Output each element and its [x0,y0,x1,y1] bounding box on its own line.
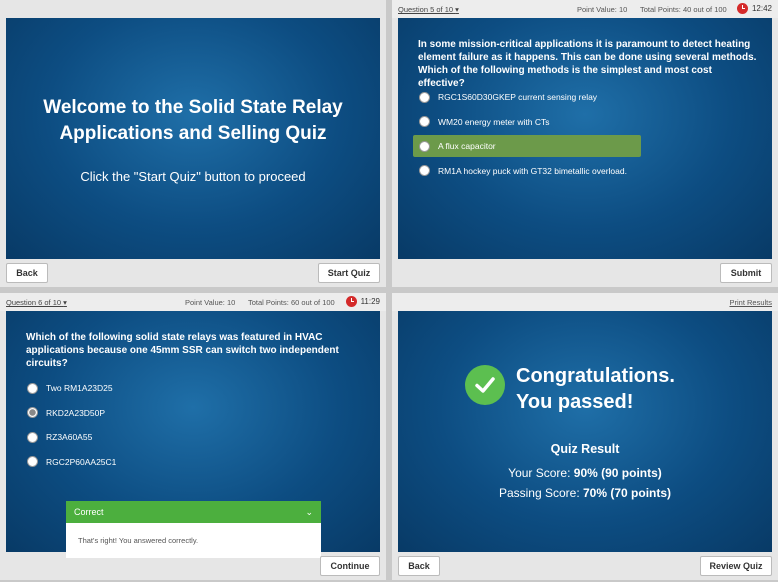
radio-button[interactable] [27,456,38,467]
question-text: Which of the following solid state relay… [26,332,339,369]
question-slide: In some mission-critical applications it… [398,18,772,259]
radio-button[interactable] [419,116,430,127]
welcome-slide: Welcome to the Solid State Relay Applica… [6,18,380,259]
clock-icon [345,296,357,307]
your-score: Your Score: 90% (90 points) [508,466,662,480]
answer-options: RGC1S60D30GKEP current sensing relay WM2… [413,86,758,184]
radio-button-selected[interactable] [27,407,38,418]
question-counter[interactable]: Question 6 of 10 ▾ [6,298,67,307]
back-button[interactable]: Back [6,263,48,283]
question-counter[interactable]: Question 5 of 10 ▾ [398,5,459,14]
answer-option[interactable]: RZ3A60A55 [21,426,249,448]
quiz-topbar: Question 5 of 10 ▾ Point Value: 10 Total… [392,0,778,18]
results-panel: Print Results Congratulations. You passe… [392,293,778,580]
feedback-header[interactable]: Correct ⌄ [66,501,321,523]
answer-option[interactable]: Two RM1A23D25 [21,377,249,399]
radio-button[interactable] [27,431,38,443]
passing-score: Passing Score: 70% (70 points) [498,486,672,500]
quiz-timer: 12:42 [736,3,772,14]
answer-option[interactable]: RM1A hockey puck with GT32 bimetallic ov… [413,160,641,182]
radio-button[interactable] [419,140,430,152]
point-value: Point Value: 10 [185,298,236,307]
question-text: In some mission-critical applications it… [418,39,757,89]
congrats-message: Congratulations. You passed! [516,365,675,413]
results-topbar: Print Results [392,293,778,311]
quiz-result-title: Quiz Result [550,442,620,456]
radio-button[interactable] [419,91,430,103]
feedback-text: That's right! You answered correctly. [66,523,321,558]
welcome-panel: Welcome to the Solid State Relay Applica… [0,0,386,287]
welcome-title: Welcome to the Solid State Relay Applica… [6,95,380,147]
quiz-timer: 11:29 [345,296,380,307]
submit-button[interactable]: Submit [720,263,772,283]
total-points: Total Points: 40 out of 100 [640,5,727,14]
continue-button[interactable]: Continue [320,556,380,576]
answer-option-selected[interactable]: RKD2A23D50P [21,402,249,424]
quiz-topbar: Question 6 of 10 ▾ Point Value: 10 Total… [0,293,386,311]
feedback-box: Correct ⌄ That's right! You answered cor… [66,501,321,558]
checkmark-icon [465,365,505,405]
results-slide: Congratulations. You passed! Quiz Result… [398,311,772,552]
chevron-down-icon: ▾ [455,5,459,14]
answer-option[interactable]: RGC2P60AA25C1 [21,451,249,473]
clock-icon [736,3,748,14]
question-6-panel: Question 6 of 10 ▾ Point Value: 10 Total… [0,293,386,580]
question-slide: Which of the following solid state relay… [6,311,380,558]
chevron-down-icon: ▾ [63,298,67,307]
welcome-title-line1: Welcome to the Solid State Relay [43,97,343,118]
answer-option-highlighted[interactable]: A flux capacitor [413,135,641,157]
answer-option[interactable]: RGC1S60D30GKEP current sensing relay [413,86,641,108]
question-5-panel: Question 5 of 10 ▾ Point Value: 10 Total… [392,0,778,287]
back-button[interactable]: Back [398,556,440,576]
point-value: Point Value: 10 [577,5,628,14]
welcome-title-line2: Applications and Selling Quiz [59,123,327,144]
total-points: Total Points: 60 out of 100 [248,298,335,307]
welcome-subtitle: Click the "Start Quiz" button to proceed [80,169,306,184]
review-quiz-button[interactable]: Review Quiz [700,556,772,576]
answer-option[interactable]: WM20 energy meter with CTs [413,111,641,133]
start-quiz-button[interactable]: Start Quiz [318,263,380,283]
print-results-link[interactable]: Print Results [729,298,772,307]
answer-options: Two RM1A23D25 RKD2A23D50P RZ3A60A55 RGC2… [21,377,366,475]
feedback-title: Correct [74,507,104,517]
radio-button[interactable] [27,382,38,394]
radio-button[interactable] [419,165,430,176]
chevron-down-icon[interactable]: ⌄ [305,507,313,518]
